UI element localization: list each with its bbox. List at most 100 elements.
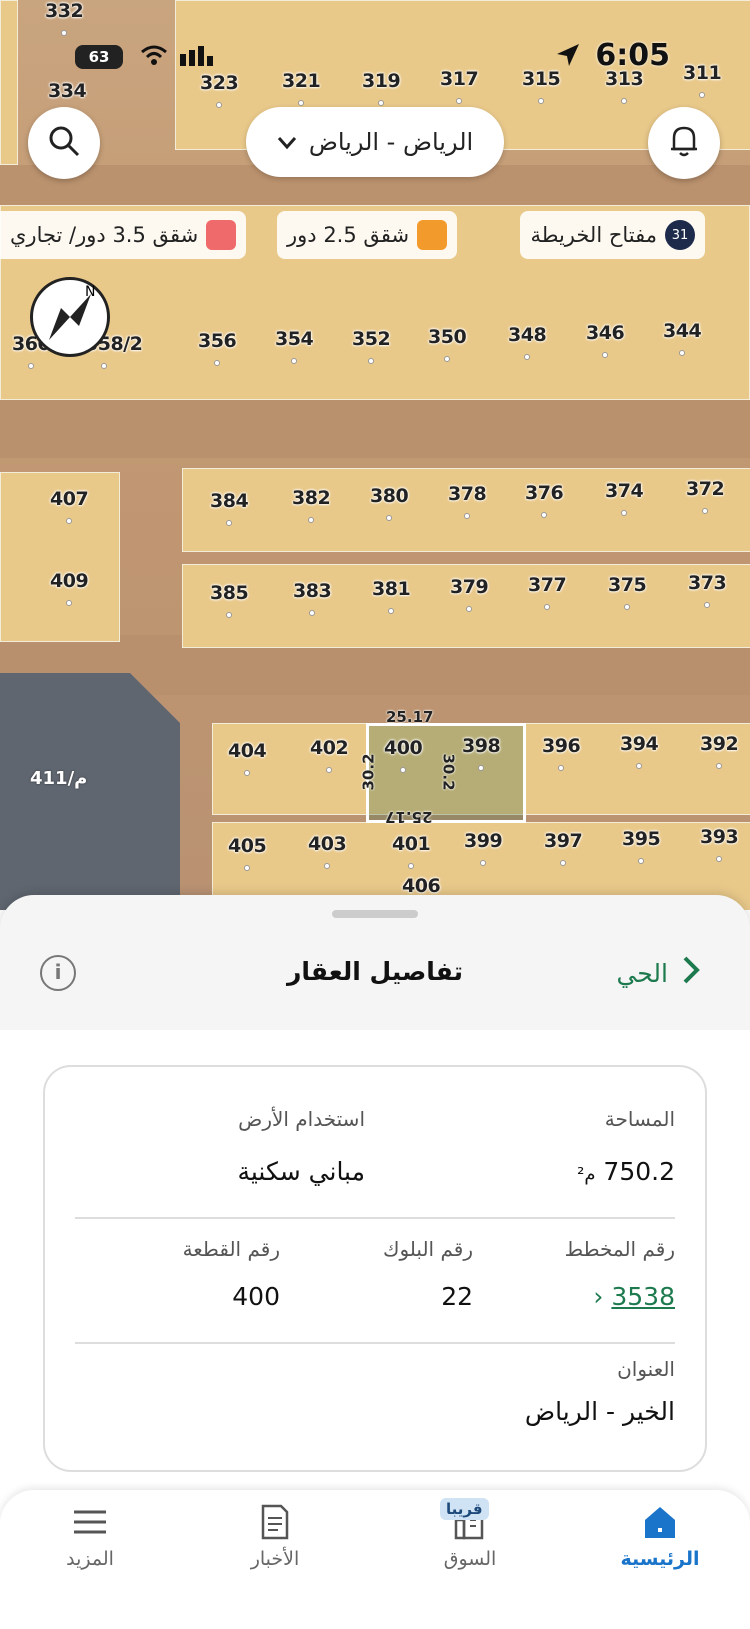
parcel-label: 380: [370, 485, 409, 507]
divider: [75, 1342, 675, 1344]
dim-top: 25.17: [386, 708, 434, 726]
parcel-centroid-dot: [704, 602, 710, 608]
plot-number-label: رقم القطعة: [182, 1237, 280, 1261]
parcel-centroid-dot: [226, 520, 232, 526]
parcel-label: 403: [308, 833, 347, 855]
compass-button[interactable]: N: [30, 277, 110, 357]
legend-label: مفتاح الخريطة: [530, 223, 657, 247]
parcel-label: 396: [542, 735, 581, 757]
parcel-centroid-dot: [478, 765, 484, 771]
bottom-tab-bar: الرئيسية قريبا السوق الأخبار المزيد: [0, 1490, 750, 1629]
parcel-label: 409: [50, 570, 89, 592]
legend-item-apartments-3-5[interactable]: شقق 3.5 دور/ تجاري: [0, 211, 247, 259]
parcel-label: 384: [210, 490, 249, 512]
divider: [75, 1217, 675, 1219]
tab-more[interactable]: المزيد: [0, 1490, 180, 1629]
parcel-label: 356: [198, 330, 237, 352]
clock: 6:05: [595, 38, 670, 73]
parcel-centroid-dot: [638, 858, 644, 864]
parcel-centroid-dot: [524, 354, 530, 360]
parcel-centroid-dot: [244, 770, 250, 776]
city-selector[interactable]: الرياض - الرياض: [246, 107, 504, 177]
tab-label: الأخبار: [250, 1548, 300, 1570]
legend-item-apartments-2-5[interactable]: شقق 2.5 دور: [277, 211, 458, 259]
parcel-label: 375: [608, 574, 647, 596]
search-icon: [47, 124, 81, 162]
battery-indicator: 63: [75, 45, 123, 69]
chevron-right-icon: [682, 955, 700, 991]
parcel-centroid-dot: [28, 363, 34, 369]
parcel-label: 377: [528, 574, 567, 596]
parcel-label: 373: [688, 572, 727, 594]
address-label: العنوان: [617, 1357, 675, 1381]
parcel-centroid-dot: [408, 863, 414, 869]
dim-right: 30.2: [439, 753, 458, 791]
parcel-centroid-dot: [386, 515, 392, 521]
dim-left: 30.2: [359, 753, 378, 791]
tab-home[interactable]: الرئيسية: [570, 1490, 750, 1629]
parcel-label: 392: [700, 733, 739, 755]
sheet-drag-handle[interactable]: [332, 910, 418, 918]
parcel-centroid-dot: [679, 350, 685, 356]
parcel-label: 397: [544, 830, 583, 852]
legend-map-key[interactable]: 31 مفتاح الخريطة: [520, 211, 705, 259]
parcel-centroid-dot: [66, 600, 72, 606]
chevron-left-icon: ‹: [593, 1282, 604, 1311]
parcel-label: 354: [275, 328, 314, 350]
compass-n-label: N: [85, 284, 95, 300]
parcel-centroid-dot: [716, 856, 722, 862]
block-number-value: 22: [441, 1282, 473, 1311]
area-value: 750.2 م²: [577, 1157, 675, 1186]
zone-label: 411/م: [30, 768, 88, 789]
wifi-icon: [140, 44, 168, 72]
land-use-value: مباني سكنية: [237, 1157, 365, 1186]
coming-soon-badge: قريبا: [440, 1498, 489, 1520]
parcel-label: 383: [293, 580, 332, 602]
parcel-centroid-dot: [324, 863, 330, 869]
parcel-centroid-dot: [298, 100, 304, 106]
parcel-label: 395: [622, 828, 661, 850]
parcel-label: 398: [462, 735, 501, 757]
tab-label: المزيد: [66, 1548, 114, 1570]
bell-icon: [669, 124, 699, 162]
area-label: المساحة: [604, 1107, 675, 1131]
tab-news[interactable]: الأخبار: [185, 1490, 365, 1629]
app-screen: 411/م 25.17 25.17 30.2 30.2 332 334 323 321…: [0, 0, 750, 1629]
status-bar: 63 6:05: [0, 30, 750, 80]
plan-number-label: رقم المخطط: [564, 1237, 675, 1261]
parcel-centroid-dot: [464, 513, 470, 519]
parcel-label: 402: [310, 737, 349, 759]
parcel[interactable]: [0, 0, 18, 165]
city-selector-label: الرياض - الرياض: [308, 128, 474, 156]
parcel-centroid-dot: [699, 92, 705, 98]
property-info-card: المساحة 750.2 م² استخدام الأرض مباني سكن…: [43, 1065, 707, 1472]
parcel-label: 406: [402, 875, 441, 897]
map-view[interactable]: 411/م 25.17 25.17 30.2 30.2 332 334 323 321…: [0, 0, 750, 910]
address-value: الخير - الرياض: [524, 1397, 675, 1426]
search-button[interactable]: [28, 107, 100, 179]
parcel-label: 332: [45, 0, 84, 22]
parcel-centroid-dot: [716, 763, 722, 769]
parcel-block[interactable]: [182, 468, 750, 552]
neighborhood-back-link[interactable]: الحي: [616, 955, 700, 991]
parcel-label: 393: [700, 826, 739, 848]
tab-market[interactable]: قريبا السوق: [380, 1490, 560, 1629]
parcel-label: 350: [428, 326, 467, 348]
parcel-label: 382: [292, 487, 331, 509]
parcel-centroid-dot: [214, 360, 220, 366]
parcel-centroid-dot: [558, 765, 564, 771]
land-use-label: استخدام الأرض: [238, 1107, 365, 1131]
signal-icon: [180, 44, 220, 72]
road: [0, 398, 750, 458]
parcel-label: 348: [508, 324, 547, 346]
notifications-button[interactable]: [648, 107, 720, 179]
area-unit: م²: [577, 1164, 596, 1185]
sheet-header: i تفاصيل العقار الحي: [0, 925, 750, 1025]
parcel-label: 334: [48, 80, 87, 102]
plan-number-link[interactable]: 3538 ‹: [593, 1282, 675, 1311]
parcel-centroid-dot: [544, 604, 550, 610]
zone-area[interactable]: [0, 673, 180, 910]
back-link-label: الحي: [616, 958, 668, 988]
parcel-label: 400: [384, 737, 423, 759]
parcel-centroid-dot: [400, 767, 406, 773]
